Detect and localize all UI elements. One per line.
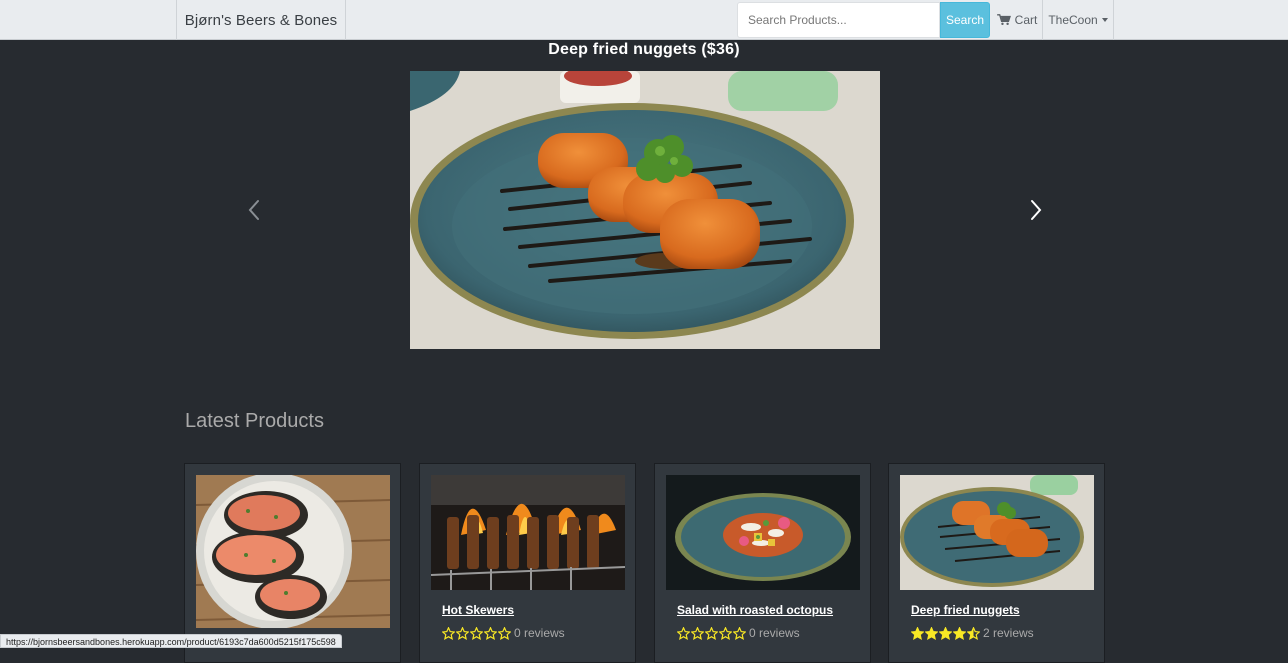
star-empty-icon (470, 626, 483, 640)
search-input[interactable] (737, 2, 940, 38)
product-rating: 0 reviews (677, 626, 800, 640)
star-half-icon (967, 626, 980, 640)
star-full-icon (911, 626, 924, 640)
status-bar-url: https://bjornsbeersandbones.herokuapp.co… (0, 634, 342, 648)
product-card: Deep fried nuggets 2 reviews (888, 463, 1105, 663)
review-count: 2 reviews (983, 626, 1034, 640)
product-title-link[interactable]: Hot Skewers (442, 603, 514, 617)
section-title-latest-products: Latest Products (185, 410, 324, 432)
product-rating: 0 reviews (442, 626, 565, 640)
product-image-smoked-salmon-toast[interactable] (196, 475, 390, 628)
product-card: Salad with roasted octopus 0 reviews (654, 463, 871, 663)
star-full-icon (925, 626, 938, 640)
star-empty-icon (719, 626, 732, 640)
product-image-hot-skewers[interactable] (431, 475, 625, 590)
cart-label: Cart (1014, 13, 1038, 27)
star-empty-icon (498, 626, 511, 640)
product-image-salad-with-roasted-octopus[interactable] (666, 475, 860, 590)
star-full-icon (953, 626, 966, 640)
carousel-image-deep-fried-nuggets[interactable] (410, 71, 880, 349)
brand-link[interactable]: Bjørn's Beers & Bones (176, 0, 346, 40)
star-empty-icon (691, 626, 704, 640)
star-rating (442, 626, 511, 640)
star-empty-icon (484, 626, 497, 640)
review-count: 0 reviews (514, 626, 565, 640)
review-count: 0 reviews (749, 626, 800, 640)
chevron-right-icon (1031, 200, 1042, 220)
star-empty-icon (442, 626, 455, 640)
carousel-caption: Deep fried nuggets ($36) (548, 41, 740, 58)
product-card (184, 463, 401, 663)
star-full-icon (939, 626, 952, 640)
star-empty-icon (677, 626, 690, 640)
cart-link[interactable]: Cart (992, 0, 1042, 40)
star-empty-icon (705, 626, 718, 640)
caret-down-icon (1101, 18, 1108, 22)
star-empty-icon (733, 626, 746, 640)
shopping-cart-icon (996, 14, 1011, 26)
carousel-prev-button[interactable] (239, 197, 269, 223)
carousel-next-button[interactable] (1021, 197, 1051, 223)
search-button[interactable]: Search (940, 2, 990, 38)
star-rating (911, 626, 980, 640)
product-image-deep-fried-nuggets[interactable] (900, 475, 1094, 590)
user-menu-dropdown[interactable]: TheCoon (1042, 0, 1114, 40)
product-card: Hot Skewers 0 reviews (419, 463, 636, 663)
user-menu-label: TheCoon (1048, 13, 1098, 27)
product-title-link[interactable]: Salad with roasted octopus (677, 603, 833, 617)
navbar: Bjørn's Beers & Bones Search Cart TheCoo… (0, 0, 1288, 40)
star-rating (677, 626, 746, 640)
chevron-left-icon (248, 200, 259, 220)
product-title-link[interactable]: Deep fried nuggets (911, 603, 1020, 617)
star-empty-icon (456, 626, 469, 640)
product-rating: 2 reviews (911, 626, 1034, 640)
